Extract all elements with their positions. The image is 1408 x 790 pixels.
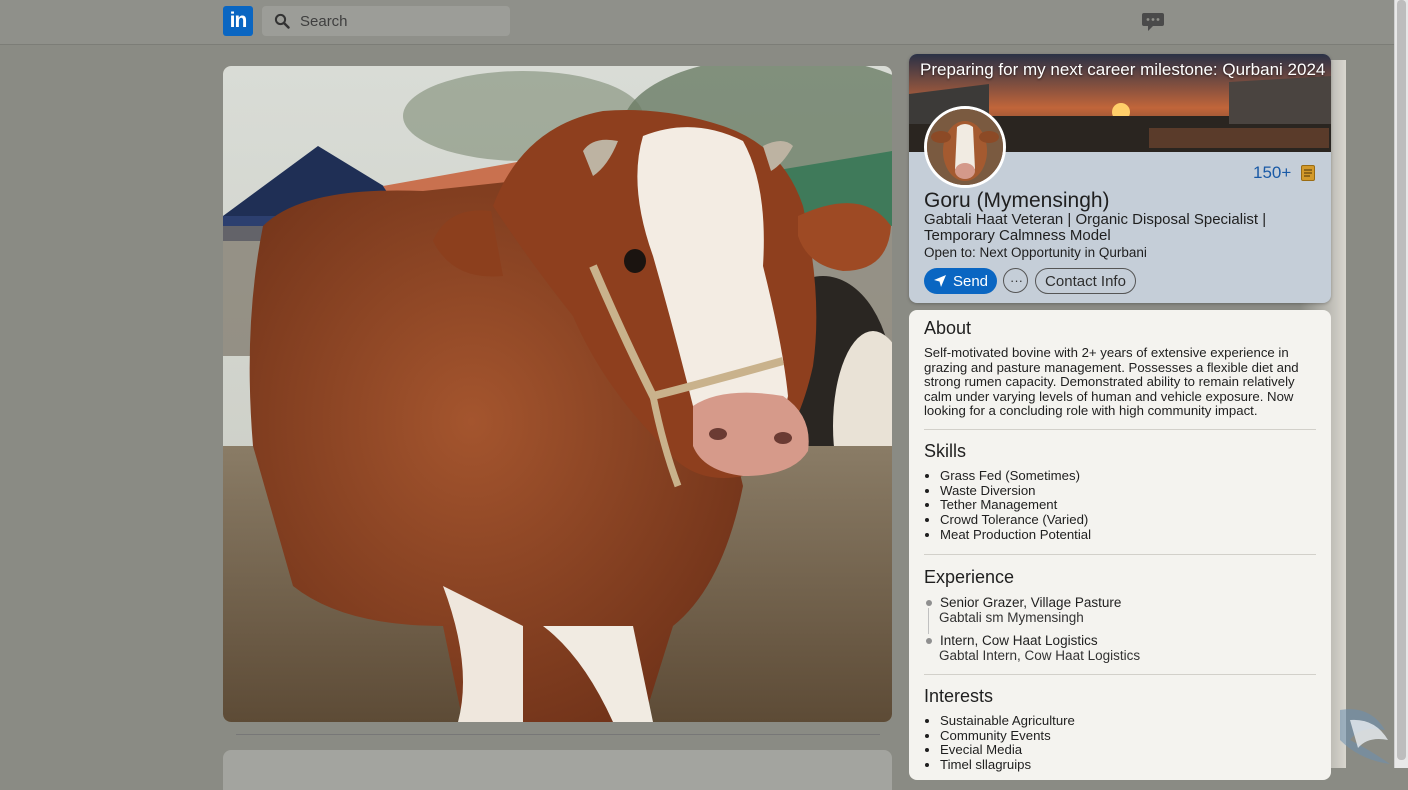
experience-subtitle: Gabtali sm Mymensingh bbox=[939, 610, 1084, 625]
search-icon bbox=[274, 13, 290, 29]
interest-item[interactable]: Timel sllagruips bbox=[940, 757, 1075, 773]
skill-item: Crowd Tolerance (Varied) bbox=[940, 512, 1091, 528]
skill-item: Waste Diversion bbox=[940, 483, 1091, 499]
decorative-corner-graphic bbox=[1340, 709, 1390, 764]
banner-title: Preparing for my next career milestone: … bbox=[920, 60, 1326, 79]
search-input[interactable] bbox=[298, 11, 492, 31]
about-heading: About bbox=[924, 318, 972, 338]
interest-item[interactable]: Community Events bbox=[940, 728, 1075, 744]
next-feed-card bbox=[223, 750, 892, 790]
about-text: Self-motivated bovine with 2+ years of e… bbox=[924, 345, 1299, 419]
feed-divider bbox=[236, 734, 880, 735]
profile-details-card: About Self-motivated bovine with 2+ year… bbox=[909, 310, 1331, 780]
section-divider bbox=[924, 429, 1316, 430]
profile-headline: Gabtali Haat Veteran | Organic Disposal … bbox=[924, 211, 1267, 244]
scrollbar-thumb[interactable] bbox=[1397, 0, 1406, 760]
skill-item: Tether Management bbox=[940, 498, 1091, 513]
experience-subtitle: Gabtal Intern, Cow Haat Logistics bbox=[939, 648, 1141, 663]
cow-photo-image bbox=[223, 66, 892, 722]
document-icon[interactable] bbox=[1301, 165, 1315, 181]
interests-heading: Interests bbox=[924, 686, 994, 706]
send-button-label: Send bbox=[952, 272, 989, 290]
profile-name: Goru (Mymensingh) bbox=[924, 189, 1110, 212]
send-button[interactable]: Send bbox=[924, 268, 997, 294]
experience-heading: Experience bbox=[924, 567, 1015, 587]
timeline-line bbox=[928, 608, 929, 634]
search-bar[interactable] bbox=[262, 6, 510, 36]
interests-list: Sustainable Agriculture Community Events… bbox=[924, 713, 1075, 773]
experience-title: Senior Grazer, Village Pasture bbox=[940, 595, 1122, 610]
page-scrollbar[interactable] bbox=[1394, 0, 1408, 768]
skills-heading: Skills bbox=[924, 441, 967, 461]
top-navigation-bar: in bbox=[0, 0, 1394, 45]
timeline-dot bbox=[926, 600, 932, 606]
more-options-button[interactable]: ··· bbox=[1003, 268, 1028, 293]
messaging-icon[interactable] bbox=[1141, 11, 1165, 33]
section-divider bbox=[924, 554, 1316, 555]
experience-title: Intern, Cow Haat Logistics bbox=[940, 633, 1098, 648]
timeline-dot bbox=[926, 638, 932, 644]
profile-card: Preparing for my next career milestone: … bbox=[909, 54, 1331, 303]
contact-info-button[interactable]: Contact Info bbox=[1035, 268, 1136, 294]
section-divider bbox=[924, 674, 1316, 675]
skill-item: Meat Production Potential bbox=[940, 527, 1091, 543]
skill-item: Grass Fed (Sometimes) bbox=[940, 468, 1091, 484]
interest-item[interactable]: Sustainable Agriculture bbox=[940, 713, 1075, 729]
post-photo[interactable] bbox=[223, 66, 892, 722]
profile-avatar[interactable] bbox=[924, 106, 1006, 188]
connections-count[interactable]: 150+ bbox=[1253, 163, 1291, 183]
linkedin-logo[interactable]: in bbox=[223, 6, 253, 36]
open-to-status: Open to: Next Opportunity in Qurbani bbox=[924, 245, 1147, 260]
send-icon bbox=[933, 275, 946, 287]
skills-list: Grass Fed (Sometimes) Waste Diversion Te… bbox=[924, 468, 1091, 543]
interest-item[interactable]: Evecial Media bbox=[940, 743, 1075, 758]
